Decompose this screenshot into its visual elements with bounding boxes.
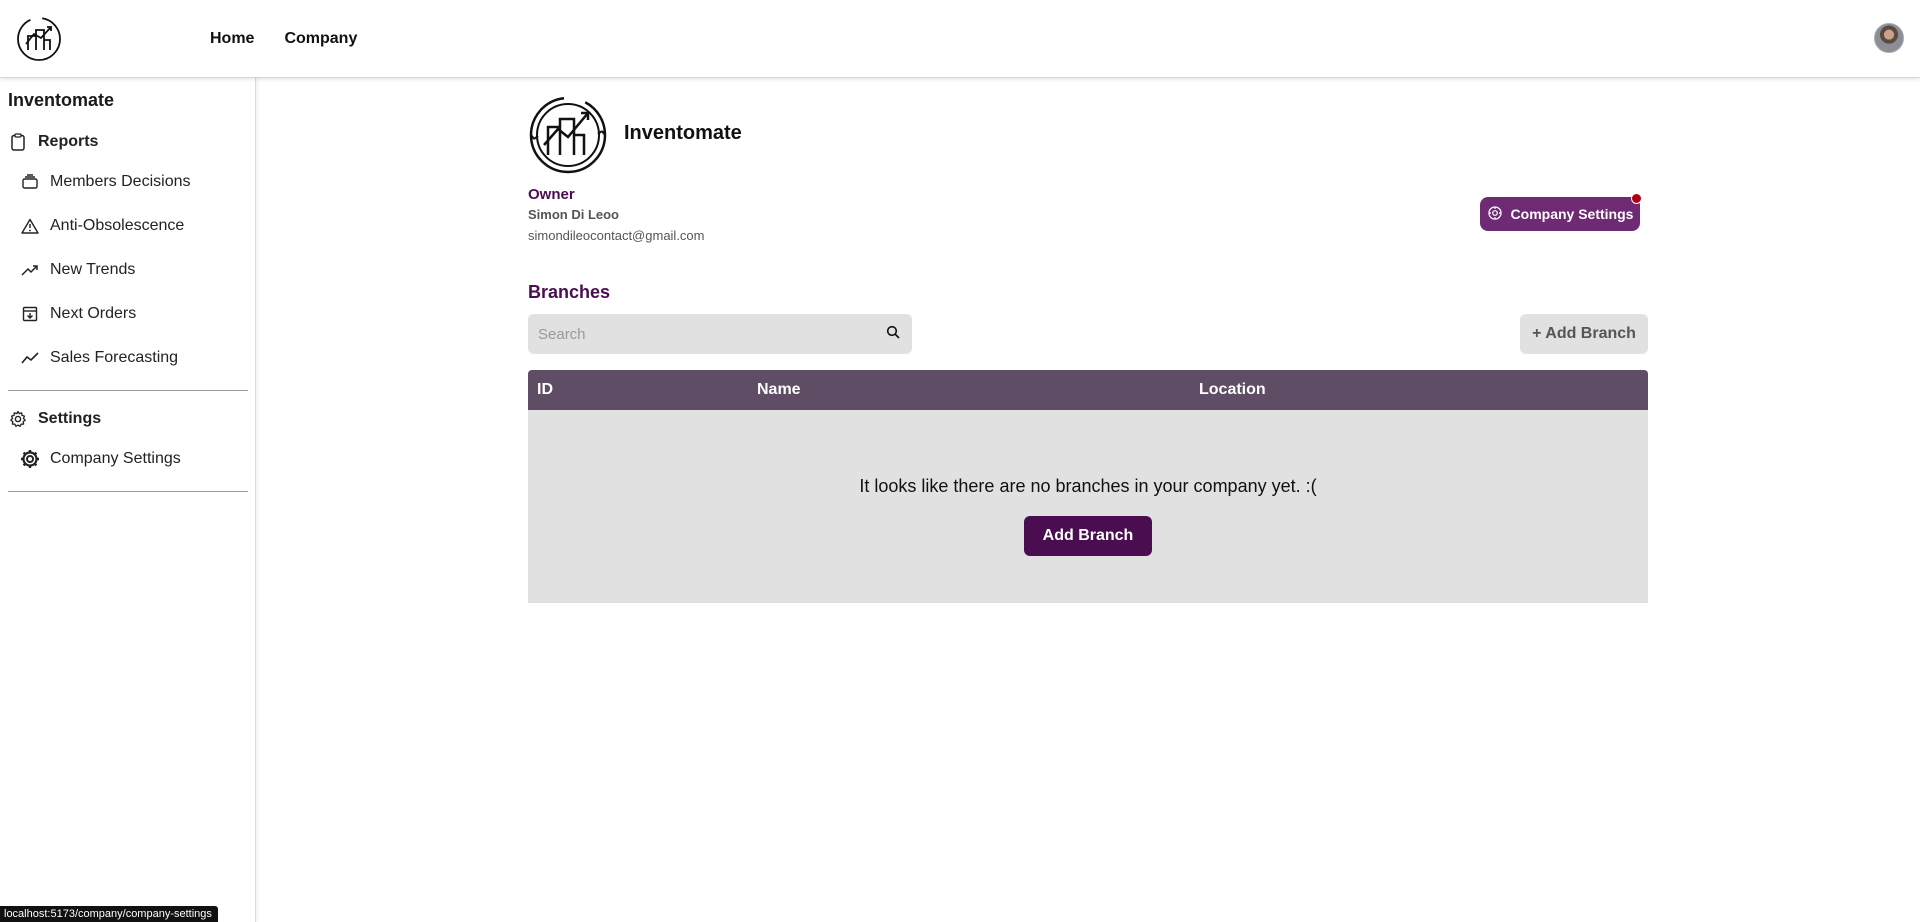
sidebar-group-reports[interactable]: Reports — [8, 128, 98, 156]
sidebar-group-settings[interactable]: Settings — [8, 405, 101, 433]
empty-state-message: It looks like there are no branches in y… — [859, 476, 1317, 496]
add-branch-top-button[interactable]: + Add Branch — [1520, 314, 1648, 354]
sidebar-group-label: Settings — [38, 410, 102, 427]
app-logo-icon[interactable] — [14, 14, 64, 64]
gear-icon — [20, 449, 40, 469]
user-avatar[interactable] — [1874, 23, 1904, 53]
table-header: ID Name Location — [528, 370, 1648, 410]
owner-email: simondileocontact@gmail.com — [528, 228, 705, 243]
sidebar-item-label: Company Settings — [50, 450, 181, 467]
search-input[interactable] — [536, 324, 886, 344]
chart-line-icon — [20, 348, 40, 368]
sidebar-group-label: Reports — [38, 133, 99, 150]
company-logo-icon — [529, 96, 607, 174]
company-settings-button[interactable]: Company Settings — [1480, 193, 1642, 231]
sidebar-item-company-settings[interactable]: Company Settings — [20, 445, 181, 473]
search-icon[interactable] — [886, 325, 900, 344]
column-header-id[interactable]: ID — [537, 381, 553, 399]
sidebar-item-members-decisions[interactable]: Members Decisions — [20, 168, 190, 196]
top-bar: Home Company — [0, 0, 1920, 78]
branches-table: ID Name Location It looks like there are… — [528, 370, 1648, 603]
sidebar-item-label: Anti-Obsolescence — [50, 217, 185, 234]
layers-icon — [20, 172, 40, 192]
branch-search — [528, 314, 912, 354]
inbox-download-icon — [20, 304, 40, 324]
settings-icon — [8, 409, 28, 429]
sidebar-item-label: Members Decisions — [50, 173, 191, 190]
sidebar-item-new-trends[interactable]: New Trends — [20, 256, 135, 284]
owner-name: Simon Di Leoo — [528, 207, 619, 222]
sidebar-item-anti-obsolescence[interactable]: Anti-Obsolescence — [20, 212, 184, 240]
settings-icon — [1487, 205, 1503, 224]
status-bar-url: localhost:5173/company/company-settings — [0, 906, 218, 922]
sidebar-item-label: Sales Forecasting — [50, 349, 179, 366]
clipboard-icon — [8, 132, 28, 152]
sidebar-brand: Inventomate — [8, 90, 115, 110]
column-header-name[interactable]: Name — [757, 381, 801, 399]
warning-icon — [20, 216, 40, 236]
sidebar-divider — [8, 491, 248, 492]
trending-up-icon — [20, 260, 40, 280]
sidebar-divider — [8, 390, 248, 391]
sidebar-item-sales-forecasting[interactable]: Sales Forecasting — [20, 344, 178, 372]
sidebar-item-next-orders[interactable]: Next Orders — [20, 300, 136, 328]
top-nav: Home Company — [210, 0, 357, 78]
sidebar-item-label: Next Orders — [50, 305, 137, 322]
notification-dot — [1631, 193, 1642, 204]
table-body: It looks like there are no branches in y… — [528, 410, 1648, 603]
sidebar-item-label: New Trends — [50, 261, 136, 278]
nav-company[interactable]: Company — [284, 30, 357, 48]
sidebar: Inventomate Reports Members Decisions An… — [0, 78, 256, 922]
company-settings-button-label: Company Settings — [1510, 206, 1634, 222]
nav-home[interactable]: Home — [210, 30, 254, 48]
branches-title: Branches — [528, 282, 611, 302]
owner-label: Owner — [528, 186, 575, 203]
company-name: Inventomate — [624, 122, 742, 144]
add-branch-button[interactable]: Add Branch — [1024, 516, 1152, 556]
column-header-location[interactable]: Location — [1199, 381, 1266, 399]
